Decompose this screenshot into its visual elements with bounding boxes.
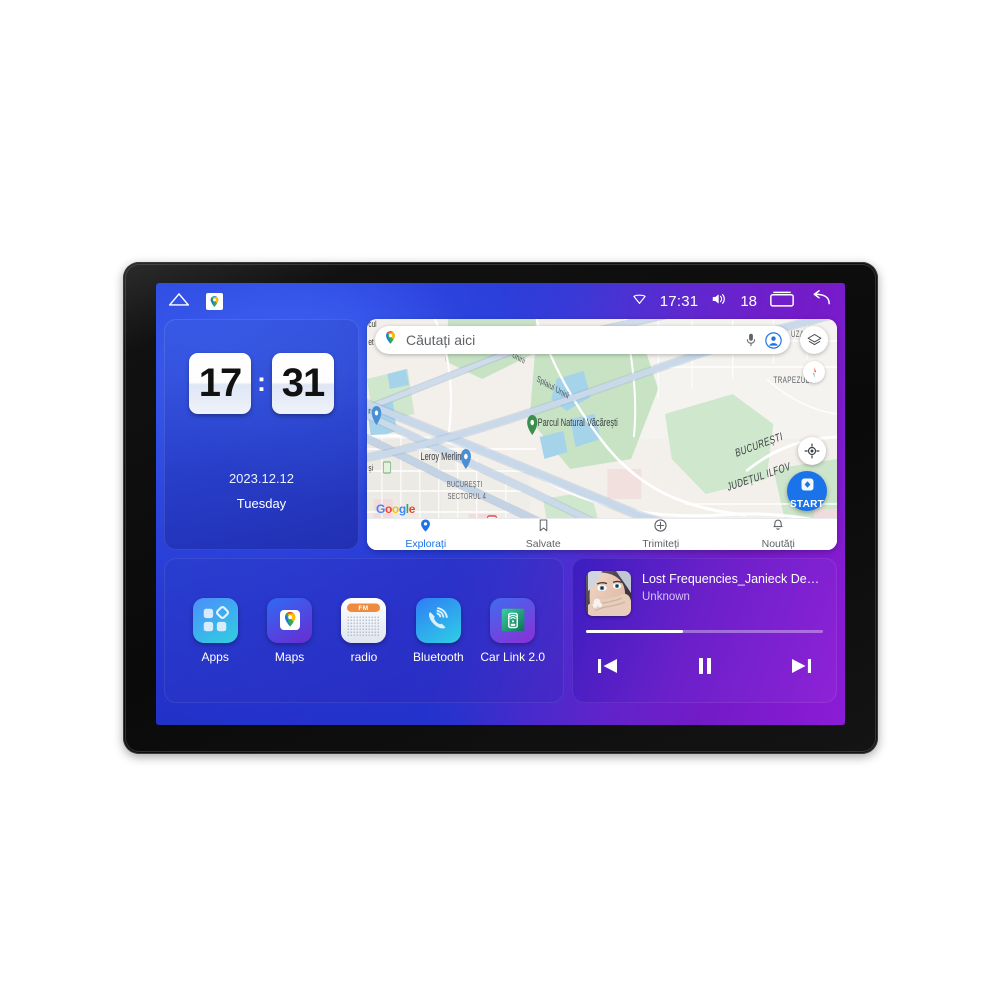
map-nav-explore[interactable]: Explorați	[367, 519, 485, 550]
next-track-button[interactable]	[789, 656, 813, 676]
shortcut-car-link[interactable]: Car Link 2.0	[479, 597, 547, 664]
map-label: Parcul Natural Văcărești	[538, 415, 618, 428]
map-nav-updates-label: Noutăți	[761, 538, 795, 550]
map-nav-contribute[interactable]: Trimiteți	[602, 519, 720, 550]
volume-level: 18	[740, 292, 757, 310]
clock-widget[interactable]: 17 : 31 2023.12.12 Tuesday	[164, 319, 359, 550]
shortcut-radio-label: radio	[350, 649, 378, 664]
back-icon[interactable]	[807, 290, 831, 312]
map-label: Leroy Merlin	[421, 449, 462, 462]
map-label: și	[368, 463, 373, 474]
maps-widget[interactable]: A1	[367, 319, 837, 550]
home-icon[interactable]	[168, 291, 190, 312]
home-content: 17 : 31 2023.12.12 Tuesday TRAPEZULUI Sp…	[156, 319, 845, 725]
account-avatar-icon[interactable]	[765, 331, 782, 349]
google-watermark: Google	[376, 502, 415, 516]
maps-pin-icon	[383, 330, 398, 350]
clock-weekday: Tuesday	[236, 496, 287, 511]
car-link-icon	[490, 597, 536, 643]
bottom-widget-row: Apps Maps FM radio Bluetooth Car Link 2.…	[164, 558, 837, 703]
status-bar: 17:31 18	[156, 283, 845, 319]
play-pause-button[interactable]	[694, 655, 716, 677]
map-label: BUCUREȘTI	[447, 479, 483, 490]
app-shortcuts-widget: Apps Maps FM radio Bluetooth Car Link 2.…	[164, 558, 564, 703]
map-label: et	[368, 337, 374, 348]
flip-clock: 17 : 31	[164, 353, 359, 414]
clock-separator: :	[257, 367, 266, 397]
map-nav-saved[interactable]: Salvate	[485, 519, 603, 550]
apps-grid-icon	[192, 597, 238, 643]
explore-pin-icon	[420, 519, 431, 537]
microphone-icon[interactable]	[745, 333, 757, 347]
maps-icon[interactable]	[206, 292, 223, 310]
screenshot-canvas: 17:31 18 17: 31 2023.12.12 Tuesday TRAP…	[0, 0, 1000, 1000]
device-screen: 17:31 18 17: 31 2023.12.12 Tuesday TRAP…	[156, 283, 845, 725]
bell-icon	[772, 519, 784, 537]
previous-track-button[interactable]	[596, 656, 620, 676]
recent-apps-icon[interactable]	[770, 291, 794, 312]
media-title: Lost Frequencies_Janieck Devy-…	[642, 572, 823, 586]
shortcut-apps[interactable]: Apps	[181, 597, 249, 664]
start-navigation-button[interactable]: START	[787, 471, 827, 511]
media-artist: Unknown	[642, 591, 690, 603]
shortcut-maps[interactable]: Maps	[256, 597, 324, 664]
bluetooth-phone-icon	[415, 597, 461, 643]
shortcut-radio[interactable]: FM radio	[330, 597, 398, 664]
map-search-bar[interactable]: Căutați aici	[375, 326, 790, 354]
bookmark-icon	[538, 519, 549, 537]
clock-hours: 17	[189, 353, 251, 414]
fm-badge-text: FM	[359, 605, 369, 612]
shortcut-bluetooth-label: Bluetooth	[413, 649, 464, 664]
map-nav-contribute-label: Trimiteți	[642, 538, 680, 550]
shortcut-apps-label: Apps	[201, 649, 229, 664]
map-nav-updates[interactable]: Noutăți	[720, 519, 838, 550]
shortcut-maps-label: Maps	[274, 649, 305, 664]
start-label: START	[789, 498, 825, 510]
media-progress-fill	[586, 630, 684, 633]
map-layers-icon[interactable]	[800, 326, 828, 354]
media-controls	[586, 646, 823, 686]
fm-radio-icon: FM	[341, 597, 387, 643]
map-label: cul	[368, 319, 376, 329]
contribute-icon	[654, 519, 667, 537]
map-nav-saved-label: Salvate	[525, 538, 561, 550]
my-location-icon[interactable]	[798, 437, 826, 465]
map-bottom-nav: Explorați Salvate Trimiteți Noutăți	[367, 518, 837, 550]
shortcut-car-link-label: Car Link 2.0	[480, 649, 546, 664]
top-widget-row: 17 : 31 2023.12.12 Tuesday TRAPEZULUI Sp…	[164, 319, 837, 550]
map-label: SECTORUL 4	[448, 491, 486, 502]
shortcut-bluetooth[interactable]: Bluetooth	[404, 597, 472, 664]
map-label: r	[368, 406, 370, 417]
album-art	[586, 571, 631, 616]
navigate-arrow-icon	[799, 476, 816, 498]
media-player-widget[interactable]: Lost Frequencies_Janieck Devy-… Unknown	[572, 558, 837, 703]
clock-minutes: 31	[272, 353, 334, 414]
clock-date: 2023.12.12	[228, 471, 295, 486]
maps-pin-icon	[267, 597, 313, 643]
volume-icon[interactable]	[711, 292, 727, 311]
car-head-unit-device: 17:31 18 17: 31 2023.12.12 Tuesday TRAP…	[123, 262, 878, 754]
compass-icon[interactable]	[803, 361, 825, 383]
map-search-placeholder[interactable]: Căutați aici	[406, 332, 737, 348]
status-time: 17:31	[659, 292, 699, 310]
media-progress-bar[interactable]	[586, 630, 823, 633]
wifi-icon	[632, 291, 647, 311]
map-nav-explore-label: Explorați	[405, 538, 447, 550]
